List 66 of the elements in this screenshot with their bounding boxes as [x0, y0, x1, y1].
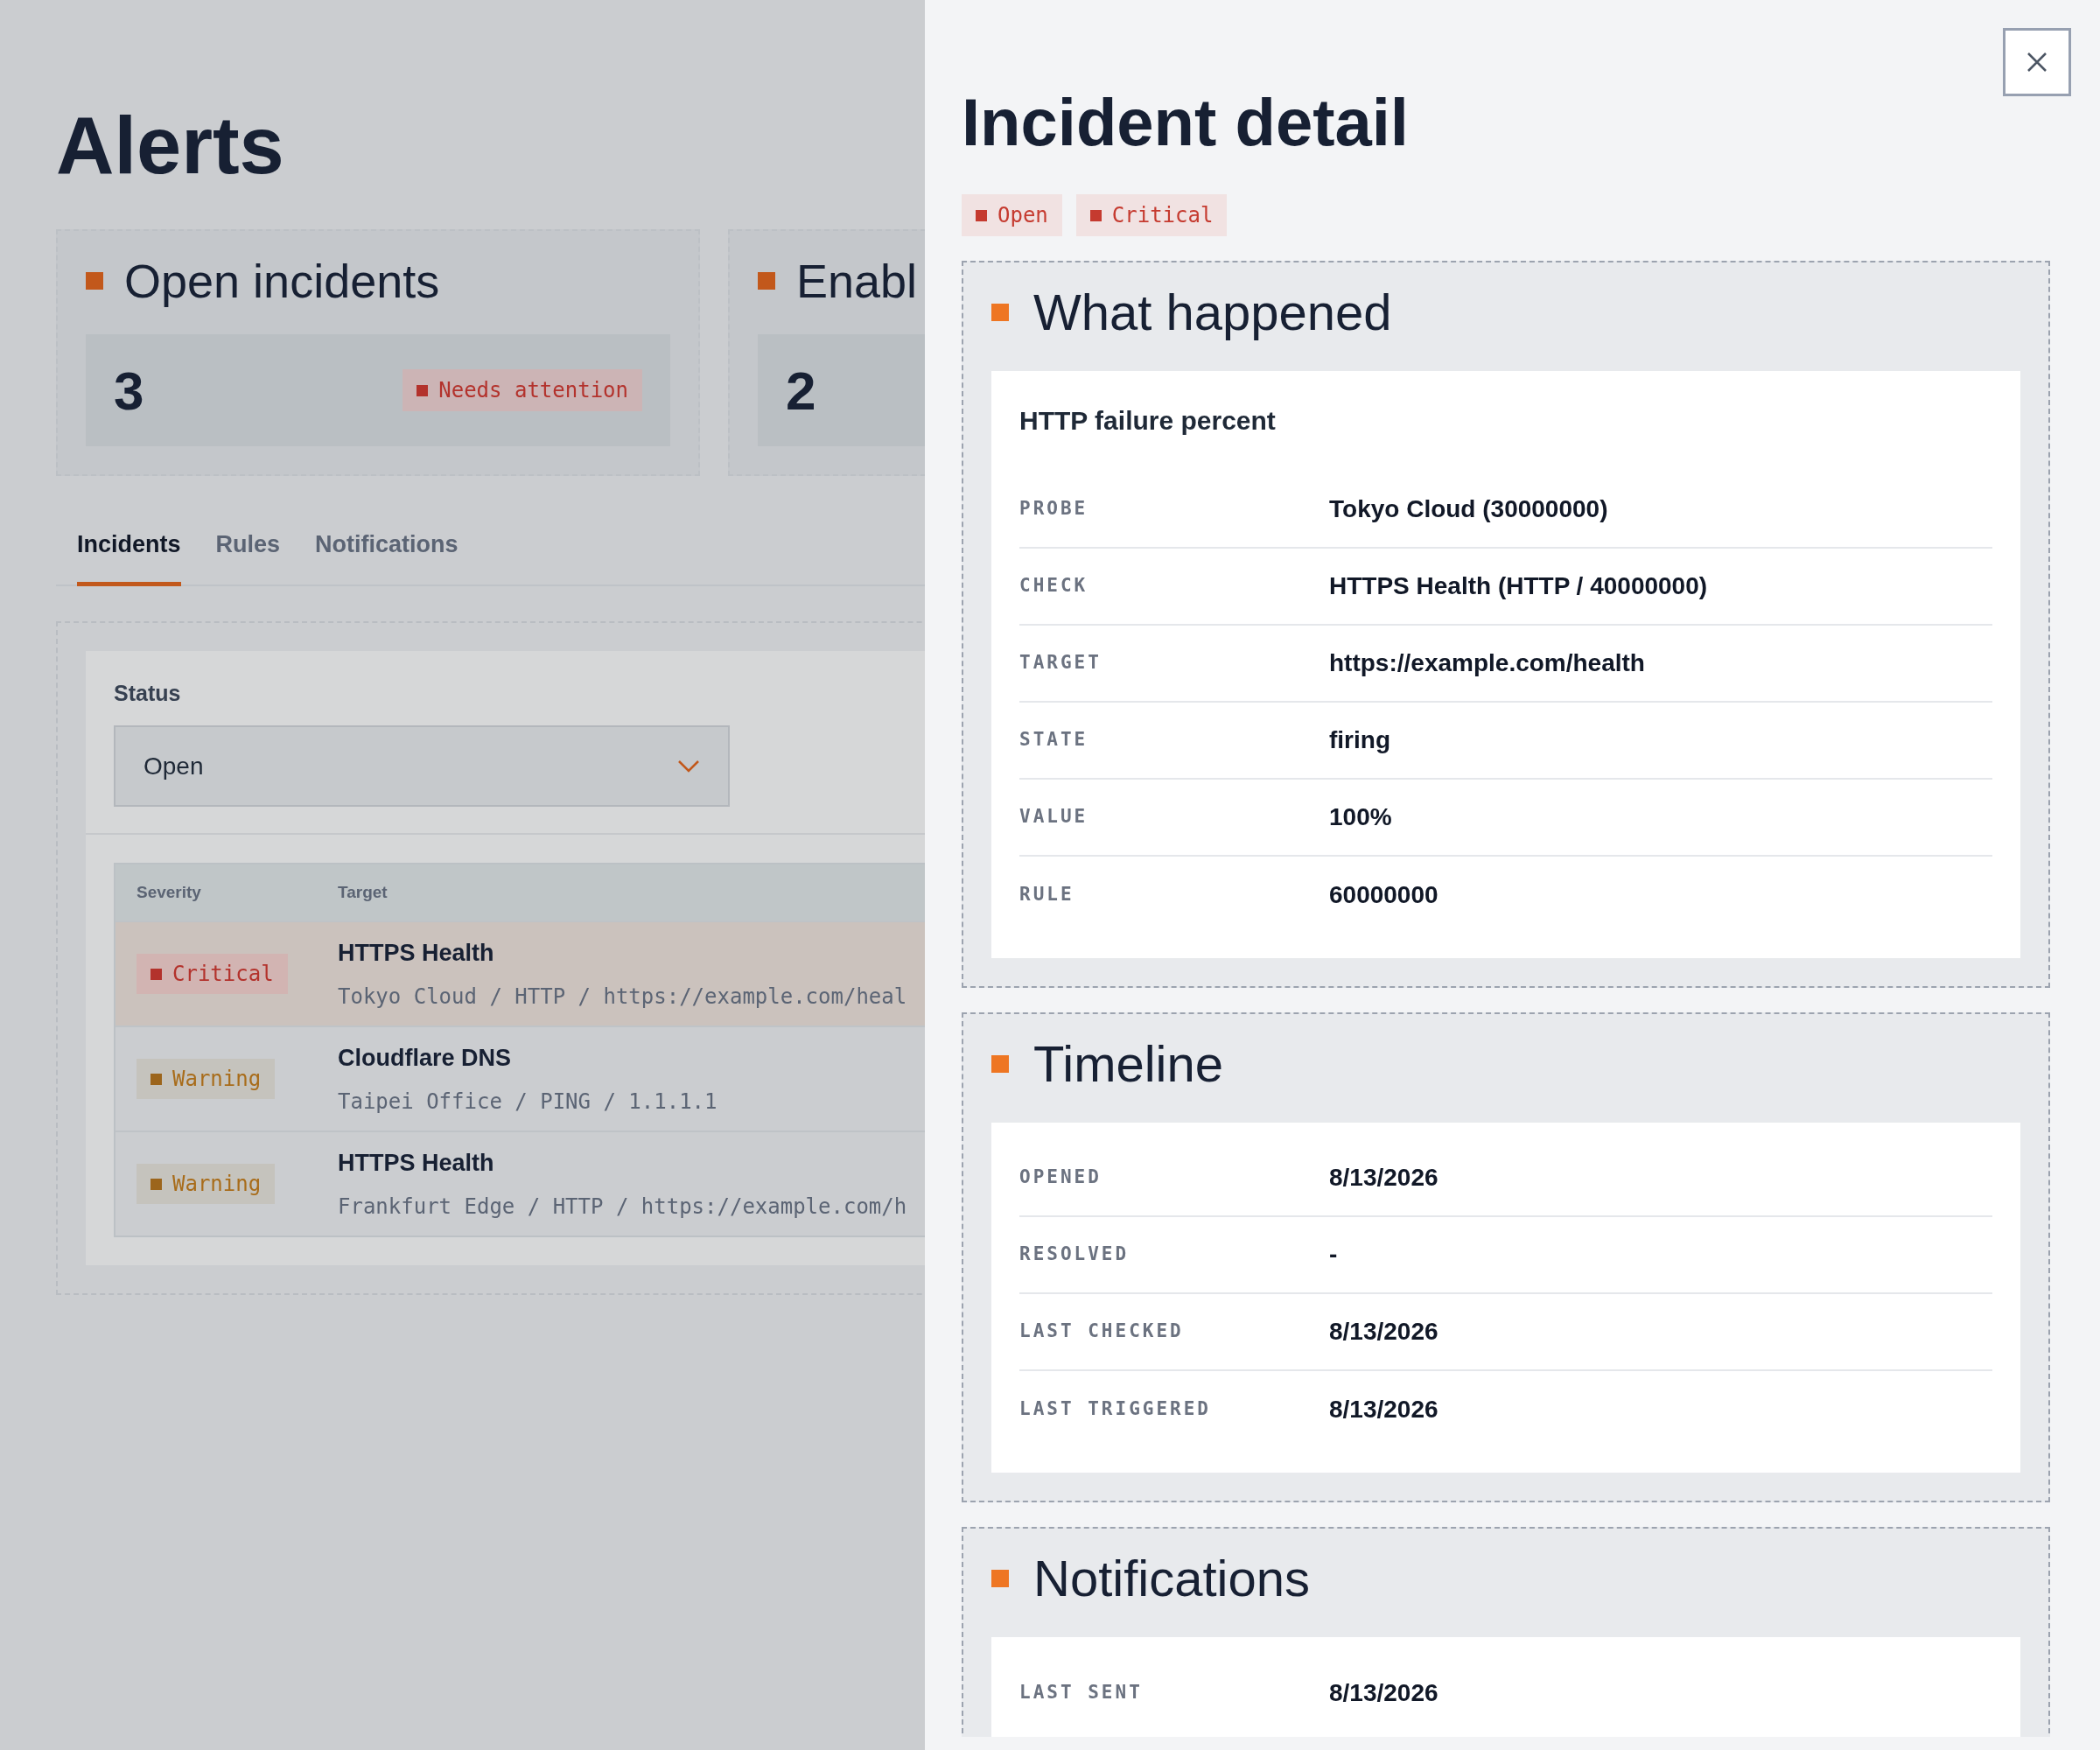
- square-icon: [991, 1055, 1009, 1073]
- field-label: RESOLVED: [1019, 1242, 1130, 1267]
- field-label: VALUE: [1019, 805, 1089, 830]
- field-label: PROBE: [1019, 497, 1089, 522]
- field-value: 60000000: [1329, 880, 1438, 910]
- field-label: OPENED: [1019, 1166, 1102, 1190]
- field-value: 8/13/2026: [1329, 1163, 1438, 1193]
- square-icon: [150, 968, 162, 980]
- square-icon: [976, 209, 987, 221]
- field-label: TARGET: [1019, 651, 1102, 676]
- column-header: Target: [338, 881, 388, 903]
- field-label: STATE: [1019, 728, 1089, 752]
- field-label: Status: [114, 679, 182, 707]
- chevron-down-icon: [677, 759, 700, 774]
- field-value: firing: [1329, 725, 1390, 755]
- square-icon: [1089, 209, 1102, 221]
- square-icon: [150, 1178, 162, 1190]
- target-path: Frankfurt Edge / HTTP / https://example.com/h: [338, 1194, 907, 1222]
- tab[interactable]: Rules: [215, 523, 281, 586]
- field-label: LAST CHECKED: [1019, 1320, 1185, 1344]
- status-badge: Critical: [136, 954, 288, 994]
- status-badge: Critical: [1075, 194, 1228, 236]
- table-row[interactable]: Warning Cloudflare DNS Taipei Office / PING / 1.1.1.1: [116, 1026, 925, 1130]
- target-title: HTTPS Health: [338, 938, 495, 968]
- status-select[interactable]: Open: [114, 725, 730, 807]
- square-icon: [991, 1570, 1009, 1587]
- field-value: 8/13/2026: [1329, 1678, 1438, 1708]
- status-badge: Needs attention: [402, 369, 642, 411]
- field-value: 8/13/2026: [1329, 1395, 1438, 1424]
- tab[interactable]: Incidents: [77, 523, 181, 586]
- section-title: Notifications: [1033, 1553, 1310, 1604]
- field-value: HTTPS Health (HTTP / 40000000): [1329, 571, 1708, 601]
- metric-heading: HTTP failure percent: [1019, 405, 1277, 437]
- target-title: Cloudflare DNS: [338, 1043, 513, 1073]
- target-path: Tokyo Cloud / HTTP / https://example.com/heal: [338, 984, 907, 1012]
- table-row[interactable]: Critical HTTPS Health Tokyo Cloud / HTTP / https://example.com/heal: [116, 920, 925, 1026]
- field-label: LAST SENT: [1019, 1681, 1144, 1705]
- square-icon: [150, 1073, 162, 1085]
- field-value: -: [1329, 1240, 1338, 1270]
- close-button[interactable]: [2003, 28, 2071, 96]
- square-icon: [758, 272, 775, 290]
- tab[interactable]: Notifications: [315, 523, 458, 586]
- card-title: Enabl: [796, 257, 918, 304]
- field-label: RULE: [1019, 883, 1075, 907]
- square-icon: [86, 272, 103, 290]
- status-badge: Warning: [136, 1164, 276, 1204]
- close-icon: [2026, 52, 2048, 73]
- table-row[interactable]: Warning HTTPS Health Frankfurt Edge / HTTP / https://example.com/h: [116, 1130, 925, 1236]
- stat-value: 2: [786, 359, 816, 423]
- column-header: Severity: [136, 881, 202, 903]
- square-icon: [991, 304, 1009, 321]
- stat-value: 3: [114, 359, 144, 423]
- field-value: 8/13/2026: [1329, 1317, 1438, 1347]
- field-value: 100%: [1329, 802, 1392, 832]
- section-title: Timeline: [1033, 1039, 1224, 1089]
- status-badge: Warning: [136, 1059, 276, 1099]
- square-icon: [416, 384, 429, 396]
- field-value: https://example.com/health: [1329, 648, 1645, 678]
- field-label: LAST TRIGGERED: [1019, 1397, 1212, 1422]
- target-path: Taipei Office / PING / 1.1.1.1: [338, 1088, 718, 1116]
- status-badge: Open: [962, 194, 1062, 236]
- target-title: HTTPS Health: [338, 1148, 495, 1178]
- field-value: Tokyo Cloud (30000000): [1329, 494, 1608, 524]
- page-title: Alerts: [56, 105, 285, 186]
- drawer-title: Incident detail: [962, 89, 1409, 156]
- field-label: CHECK: [1019, 574, 1089, 598]
